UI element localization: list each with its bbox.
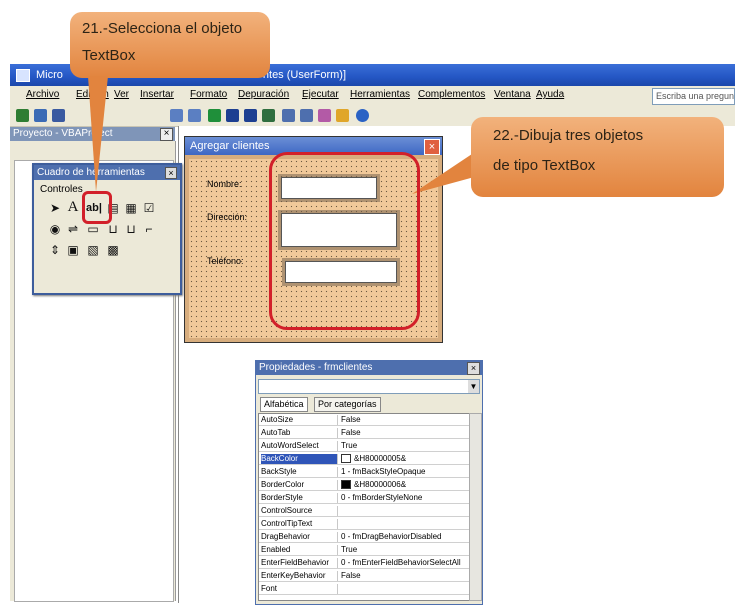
callout-2-pointer: [412, 150, 478, 194]
callout-step-22-line2: de tipo TextBox: [493, 157, 596, 174]
textbox-tool-highlight: [82, 191, 112, 224]
callout-step-22: 22.-Dibuja tres objetos de tipo TextBox: [471, 117, 724, 197]
callout-step-22-line1: 22.-Dibuja tres objetos: [493, 127, 644, 144]
callout-1-pointer: [88, 76, 108, 192]
textboxes-highlight: [269, 152, 420, 330]
